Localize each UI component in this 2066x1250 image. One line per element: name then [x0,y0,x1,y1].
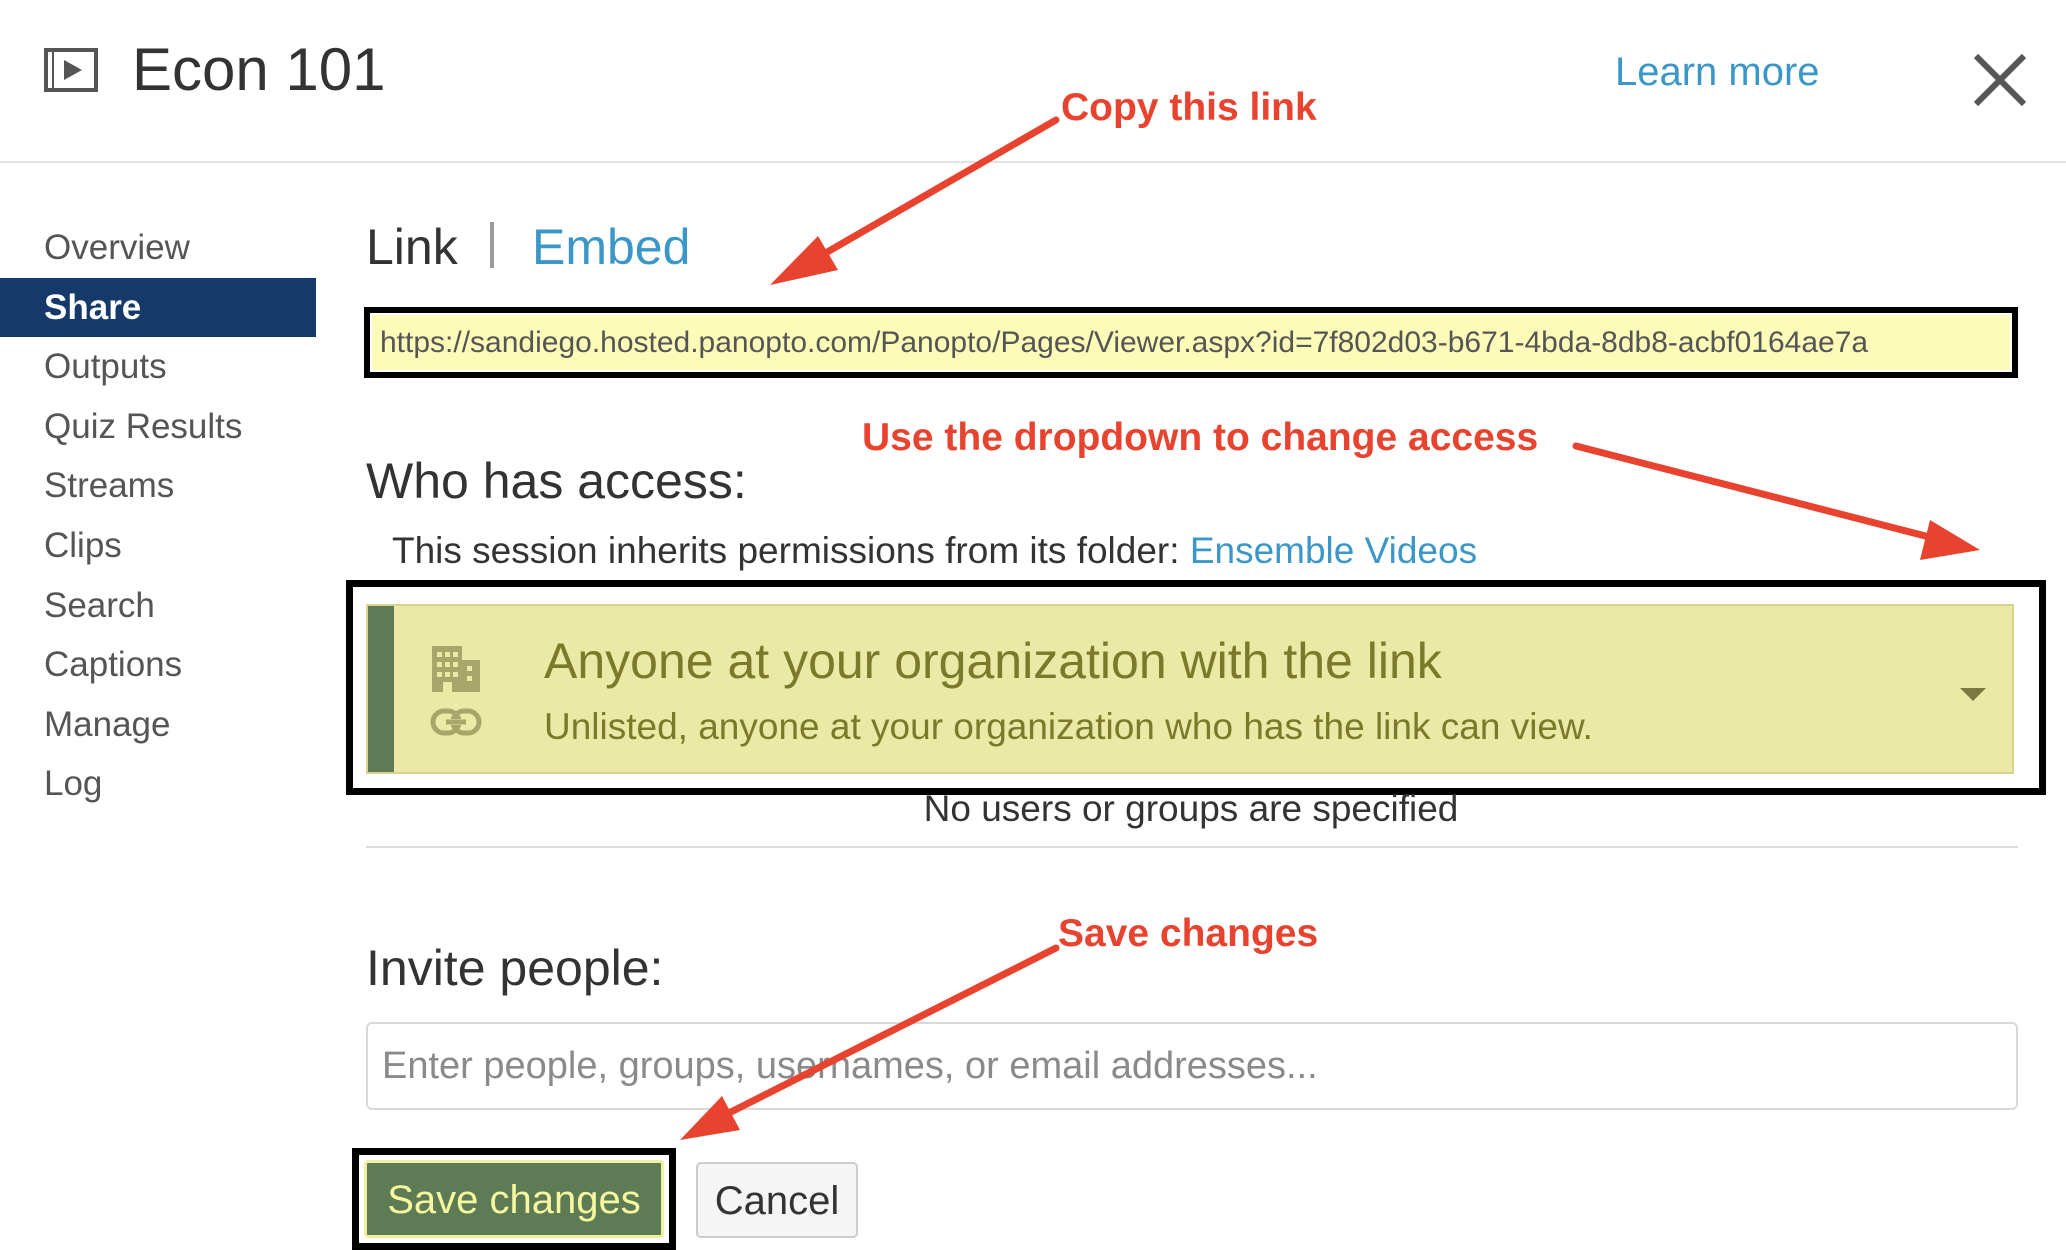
sidebar-item-log[interactable]: Log [0,754,316,814]
arrow-to-dropdown [1572,442,1949,545]
session-title: Econ 101 [132,36,386,103]
building-icon [432,646,480,692]
access-option-description: Unlisted, anyone at your organization wh… [544,706,1593,747]
sidebar-item-captions[interactable]: Captions [0,635,316,695]
sidebar-item-search[interactable]: Search [0,576,316,636]
sidebar-item-manage[interactable]: Manage [0,695,316,755]
inherit-permissions-text: This session inherits permissions from i… [392,530,1477,572]
annotation-save: Save changes [1058,912,1319,955]
save-changes-button[interactable]: Save changes [364,1160,664,1238]
learn-more-link[interactable]: Learn more [1615,50,1820,95]
inherit-prefix: This session inherits permissions from i… [392,530,1190,571]
invite-heading: Invite people: [366,940,664,996]
access-selected-bar [368,606,394,772]
sidebar-item-outputs[interactable]: Outputs [0,337,316,397]
sidebar-nav: Overview Share Outputs Quiz Results Stre… [0,218,316,814]
link-chain-icon [430,708,482,736]
annotation-copy-link: Copy this link [1061,86,1317,129]
arrowhead-dropdown [1920,520,1980,560]
tab-divider [490,222,494,268]
share-link-field[interactable]: https://sandiego.hosted.panopto.com/Pano… [372,315,2010,370]
share-dialog: Econ 101 Learn more Overview Share Outpu… [0,0,2066,1250]
sidebar-item-streams[interactable]: Streams [0,456,316,516]
tab-embed[interactable]: Embed [532,218,690,276]
sidebar-item-share[interactable]: Share [0,277,316,338]
section-divider [366,846,2018,848]
arrowhead-link [770,236,838,285]
play-video-icon [44,48,98,92]
tab-link[interactable]: Link [366,218,458,276]
invite-people-input[interactable] [366,1022,2018,1110]
access-heading: Who has access: [366,453,747,509]
dialog-header: Econ 101 Learn more [0,0,2066,163]
cancel-button[interactable]: Cancel [696,1162,858,1238]
sidebar-item-quiz-results[interactable]: Quiz Results [0,397,316,457]
close-icon[interactable] [1970,50,2030,110]
annotation-dropdown: Use the dropdown to change access [862,416,1539,459]
chevron-down-icon[interactable] [1958,684,1988,704]
sidebar-item-overview[interactable]: Overview [0,218,316,278]
access-option-title: Anyone at your organization with the lin… [544,633,1442,689]
access-level-dropdown[interactable]: Anyone at your organization with the lin… [366,604,2014,774]
no-users-text: No users or groups are specified [923,788,1459,829]
sidebar-item-clips[interactable]: Clips [0,516,316,576]
folder-link[interactable]: Ensemble Videos [1190,530,1477,571]
